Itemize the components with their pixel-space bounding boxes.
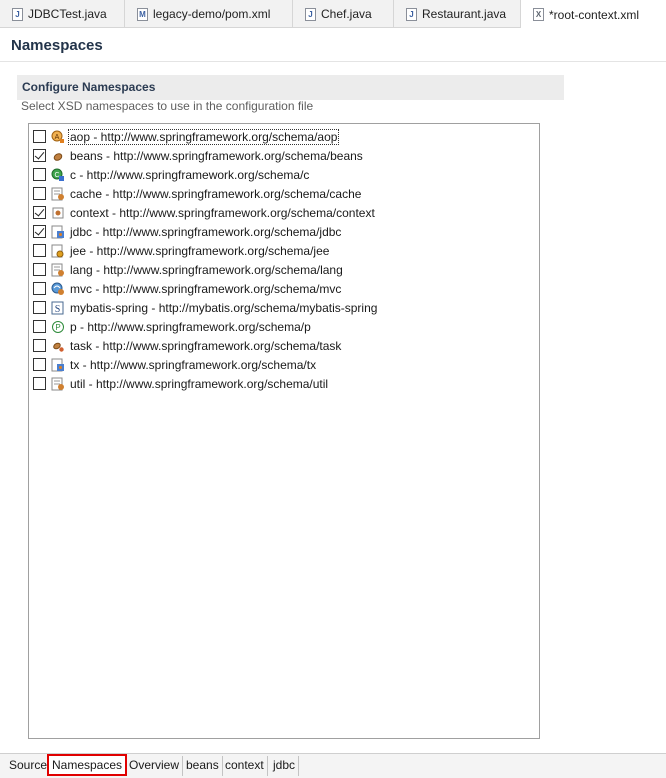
- editor-page-tabs: Source Namespaces Overview beans context…: [0, 753, 666, 778]
- namespace-checkbox[interactable]: [33, 130, 46, 143]
- util-icon: [51, 377, 65, 391]
- namespace-row-context[interactable]: context - http://www.springframework.org…: [33, 203, 533, 222]
- namespace-row-jee[interactable]: jee - http://www.springframework.org/sch…: [33, 241, 533, 260]
- section-header: Configure Namespaces: [17, 75, 564, 100]
- java-file-icon: J: [305, 7, 316, 21]
- namespace-checkbox[interactable]: [33, 282, 46, 295]
- tab-jdbctest-java[interactable]: J JDBCTest.java: [0, 0, 125, 28]
- namespace-label: p - http://www.springframework.org/schem…: [70, 319, 311, 334]
- namespace-row-mvc[interactable]: mvc - http://www.springframework.org/sch…: [33, 279, 533, 298]
- c-icon: C: [51, 168, 65, 182]
- namespace-checkbox[interactable]: [33, 187, 46, 200]
- svg-text:P: P: [55, 323, 60, 332]
- tab-label: Chef.java: [321, 7, 372, 21]
- page-tab-beans[interactable]: beans: [183, 756, 223, 776]
- section-description: Select XSD namespaces to use in the conf…: [21, 99, 314, 113]
- maven-file-icon: M: [137, 7, 148, 21]
- jee-icon: [51, 244, 65, 258]
- p-icon: P: [51, 320, 65, 334]
- namespace-row-mybatis-spring[interactable]: S mybatis-spring - http://mybatis.org/sc…: [33, 298, 533, 317]
- namespace-label: cache - http://www.springframework.org/s…: [70, 186, 362, 201]
- namespace-row-c[interactable]: C c - http://www.springframework.org/sch…: [33, 165, 533, 184]
- namespace-row-tx[interactable]: tx - http://www.springframework.org/sche…: [33, 355, 533, 374]
- namespaces-editor: Namespaces Configure Namespaces Select X…: [0, 29, 666, 753]
- xml-file-icon: X: [533, 8, 544, 21]
- title-divider: [0, 61, 666, 62]
- namespace-checkbox[interactable]: [33, 339, 46, 352]
- namespace-checkbox[interactable]: [33, 244, 46, 257]
- namespace-label: beans - http://www.springframework.org/s…: [70, 148, 363, 163]
- namespace-checkbox[interactable]: [33, 149, 46, 162]
- page-tab-source[interactable]: Source: [6, 756, 52, 776]
- namespace-checkbox[interactable]: [33, 206, 46, 219]
- editor-tab-bar: J JDBCTest.java M legacy-demo/pom.xml J …: [0, 0, 666, 29]
- namespace-row-lang[interactable]: lang - http://www.springframework.org/sc…: [33, 260, 533, 279]
- namespace-row-cache[interactable]: cache - http://www.springframework.org/s…: [33, 184, 533, 203]
- namespace-label: mybatis-spring - http://mybatis.org/sche…: [70, 300, 378, 315]
- namespace-row-util[interactable]: util - http://www.springframework.org/sc…: [33, 374, 533, 393]
- jdbc-icon: [51, 225, 65, 239]
- bean-icon: [51, 149, 65, 163]
- tab-label: Restaurant.java: [422, 7, 507, 21]
- tab-label: legacy-demo/pom.xml: [153, 7, 271, 21]
- namespace-checkbox[interactable]: [33, 358, 46, 371]
- lang-icon: [51, 263, 65, 277]
- namespace-label: tx - http://www.springframework.org/sche…: [70, 357, 317, 372]
- namespace-checkbox[interactable]: [33, 263, 46, 276]
- task-icon: [51, 339, 65, 353]
- namespace-label: util - http://www.springframework.org/sc…: [70, 376, 329, 391]
- namespace-checkbox[interactable]: [33, 225, 46, 238]
- namespace-checkbox[interactable]: [33, 301, 46, 314]
- namespace-label: task - http://www.springframework.org/sc…: [70, 338, 342, 353]
- namespace-row-task[interactable]: task - http://www.springframework.org/sc…: [33, 336, 533, 355]
- mybatis-icon: S: [51, 301, 65, 315]
- tab-restaurant-java[interactable]: J Restaurant.java: [394, 0, 521, 28]
- context-icon: [51, 206, 65, 220]
- svg-text:S: S: [55, 304, 61, 315]
- java-file-icon: J: [12, 7, 23, 21]
- java-file-icon: J: [406, 7, 417, 21]
- namespace-label: context - http://www.springframework.org…: [70, 205, 375, 220]
- namespace-label: lang - http://www.springframework.org/sc…: [70, 262, 343, 277]
- namespace-row-beans[interactable]: beans - http://www.springframework.org/s…: [33, 146, 533, 165]
- tab-label: JDBCTest.java: [28, 7, 107, 21]
- page-tab-overview[interactable]: Overview: [126, 756, 184, 776]
- namespace-checkbox[interactable]: [33, 377, 46, 390]
- namespace-label: jee - http://www.springframework.org/sch…: [70, 243, 330, 258]
- cache-icon: [51, 187, 65, 201]
- namespace-label: jdbc - http://www.springframework.org/sc…: [70, 224, 342, 239]
- namespace-row-aop[interactable]: A aop - http://www.springframework.org/s…: [33, 127, 533, 146]
- namespace-label: c - http://www.springframework.org/schem…: [70, 167, 310, 182]
- namespace-label: mvc - http://www.springframework.org/sch…: [70, 281, 342, 296]
- svg-text:C: C: [54, 172, 59, 179]
- page-tab-jdbc[interactable]: jdbc: [270, 756, 300, 776]
- tab-chef-java[interactable]: J Chef.java: [293, 0, 394, 28]
- namespace-checkbox[interactable]: [33, 320, 46, 333]
- tab-pom-xml[interactable]: M legacy-demo/pom.xml: [125, 0, 293, 28]
- page-tab-namespaces[interactable]: Namespaces: [47, 754, 128, 776]
- page-title: Namespaces: [11, 37, 103, 54]
- svg-text:A: A: [55, 134, 60, 141]
- page-tab-context[interactable]: context: [222, 756, 268, 776]
- mvc-icon: [51, 282, 65, 296]
- namespace-checkbox[interactable]: [33, 168, 46, 181]
- tab-root-context-xml[interactable]: X *root-context.xml: [521, 0, 666, 29]
- namespace-label: aop - http://www.springframework.org/sch…: [67, 128, 340, 145]
- namespace-list: A aop - http://www.springframework.org/s…: [28, 123, 540, 739]
- aop-icon: A: [51, 130, 65, 144]
- namespace-row-p[interactable]: P p - http://www.springframework.org/sch…: [33, 317, 533, 336]
- tab-label: *root-context.xml: [549, 7, 640, 22]
- namespace-row-jdbc[interactable]: jdbc - http://www.springframework.org/sc…: [33, 222, 533, 241]
- tx-icon: [51, 358, 65, 372]
